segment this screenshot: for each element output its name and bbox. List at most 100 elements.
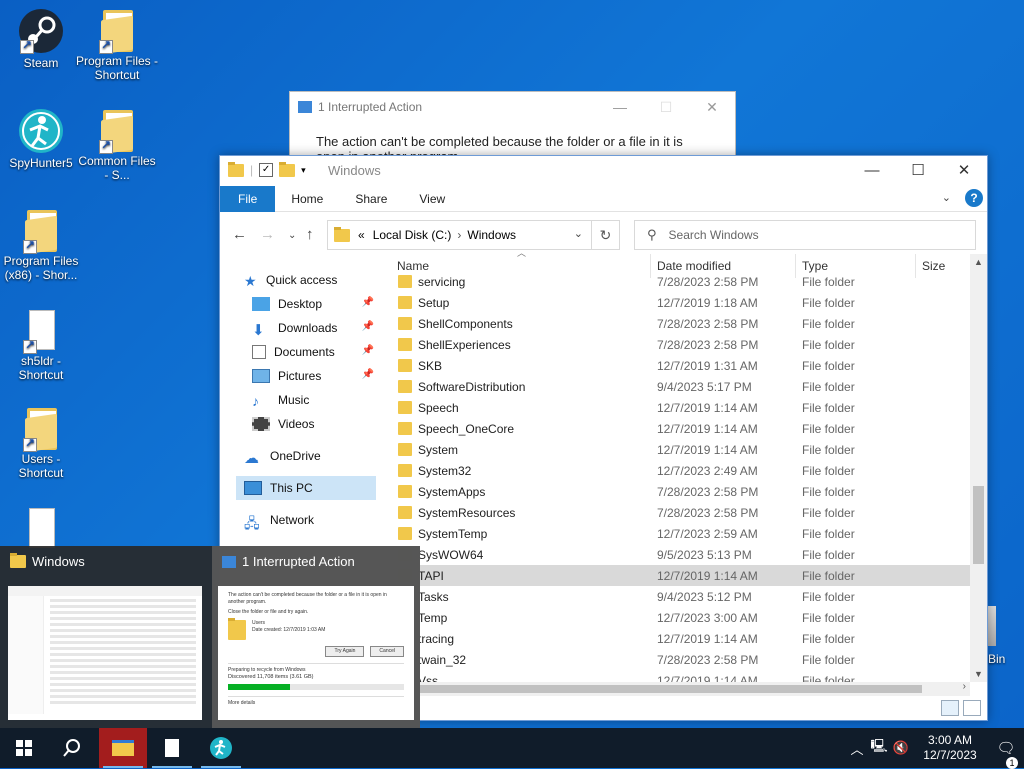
nav-downloads[interactable]: ⬇ Downloads 📌 (252, 316, 376, 340)
taskbar-file-explorer[interactable] (99, 728, 147, 768)
maximize-icon[interactable]: ☐ (895, 156, 941, 186)
large-icons-view-icon[interactable] (963, 700, 981, 716)
pin-icon[interactable]: 📌 (362, 369, 374, 380)
desktop-icon-program-files[interactable]: Program Files - Shortcut (76, 8, 158, 82)
desktop-icon-users[interactable]: Users - Shortcut (0, 406, 82, 480)
tab-share[interactable]: Share (339, 186, 403, 212)
search-input[interactable]: ⚲ Search Windows (634, 220, 976, 250)
close-icon[interactable]: ✕ (689, 92, 735, 122)
breadcrumb-overflow[interactable]: « (358, 228, 365, 242)
properties-icon[interactable]: ✓ (259, 163, 274, 177)
tab-home[interactable]: Home (275, 186, 339, 212)
breadcrumb-separator-icon[interactable]: › (457, 228, 461, 242)
nav-videos[interactable]: Videos (252, 412, 376, 436)
column-date-modified[interactable]: Date modified (657, 259, 731, 273)
folder-icon (398, 296, 412, 309)
scroll-up-icon[interactable]: ▲ (974, 257, 983, 267)
chevron-up-icon[interactable]: ︿ (846, 739, 868, 758)
breadcrumb-local-disk[interactable]: Local Disk (C:) (373, 228, 452, 242)
notification-center-button[interactable]: 🗨 1 (988, 739, 1024, 769)
desktop-icon-steam[interactable]: Steam (0, 8, 82, 70)
ribbon-tabs: File Home Share View ⌄ ? (220, 185, 987, 212)
desktop-icon-sh5ldr[interactable]: sh5ldr - Shortcut (0, 308, 82, 382)
nav-network[interactable]: 🖧 Network (244, 508, 376, 532)
table-row[interactable]: SystemResources 7/28/2023 2:58 PM File fol… (390, 502, 970, 523)
network-status-icon[interactable]: 🖳 (868, 737, 890, 759)
desktop-icon-spyhunter[interactable]: SpyHunter5 (0, 108, 82, 170)
nav-desktop[interactable]: Desktop 📌 (252, 292, 376, 316)
help-icon[interactable]: ? (965, 189, 983, 207)
table-row[interactable]: Speech_OneCore 12/7/2019 1:14 AM File fold… (390, 418, 970, 439)
thumbnail-interrupted-action[interactable]: 1 Interrupted Action The action can't be… (212, 546, 420, 728)
interrupted-action-dialog[interactable]: 1 Interrupted Action — ☐ ✕ The action ca… (289, 91, 736, 164)
table-row[interactable]: ShellExperiences 7/28/2023 2:58 PM File fo… (390, 334, 970, 355)
table-row[interactable]: SoftwareDistribution 9/4/2023 5:17 PM File… (390, 376, 970, 397)
minimize-icon[interactable]: — (597, 92, 643, 122)
steam-icon (18, 8, 64, 54)
refresh-icon[interactable]: ↻ (591, 221, 619, 249)
close-icon[interactable]: ✕ (941, 156, 987, 186)
nav-music[interactable]: ♪ Music (252, 388, 376, 412)
column-name[interactable]: Name (397, 259, 429, 273)
table-row[interactable]: servicing 7/28/2023 2:58 PM File folder (390, 274, 970, 292)
tab-file[interactable]: File (220, 185, 276, 212)
desktop-icon-label: Common Files - S... (78, 154, 156, 182)
vertical-scrollbar[interactable]: ▲ ▼ (970, 254, 987, 682)
scroll-right-icon[interactable]: › (963, 681, 966, 692)
pin-icon[interactable]: 📌 (362, 345, 374, 356)
nav-quick-access[interactable]: ★ Quick access (244, 268, 400, 292)
volume-muted-icon[interactable]: 🔇 (890, 740, 912, 756)
expand-ribbon-icon[interactable]: ⌄ (942, 191, 951, 204)
details-view-icon[interactable] (941, 700, 959, 716)
clock[interactable]: 3:00 AM 12/7/2023 (912, 733, 988, 763)
chevron-down-icon[interactable]: ▾ (301, 165, 306, 176)
system-tray: ︿ 🖳 🔇 3:00 AM 12/7/2023 🗨 1 (846, 728, 1024, 769)
nav-onedrive[interactable]: ☁ OneDrive (244, 444, 376, 468)
table-row[interactable]: twain_32 7/28/2023 2:58 PM File folder (390, 649, 970, 670)
nav-this-pc[interactable]: This PC (236, 476, 376, 500)
recent-locations-icon[interactable]: ⌄ (288, 230, 296, 241)
table-row[interactable]: Setup 12/7/2019 1:18 AM File folder (390, 292, 970, 313)
nav-documents[interactable]: Documents 📌 (252, 340, 376, 364)
horizontal-scrollbar[interactable]: › (390, 681, 970, 696)
table-row[interactable]: SKB 12/7/2019 1:31 AM File folder (390, 355, 970, 376)
pin-icon[interactable]: 📌 (362, 297, 374, 308)
pin-icon[interactable]: 📌 (362, 321, 374, 332)
column-size[interactable]: Size (922, 259, 945, 273)
tab-view[interactable]: View (403, 186, 461, 212)
scrollbar-thumb[interactable] (404, 685, 922, 693)
desktop-icon-program-files-x86[interactable]: Program Files (x86) - Shor... (0, 208, 82, 282)
address-bar[interactable]: « Local Disk (C:) › Windows ⌄ ↻ (327, 220, 620, 250)
table-row[interactable]: Tasks 9/4/2023 5:12 PM File folder (390, 586, 970, 607)
table-row[interactable]: tracing 12/7/2019 1:14 AM File folder (390, 628, 970, 649)
minimize-icon[interactable]: — (849, 156, 895, 186)
start-button[interactable] (0, 728, 48, 768)
column-type[interactable]: Type (802, 259, 828, 273)
new-folder-icon[interactable] (279, 161, 296, 177)
table-row-hovered[interactable]: TAPI 12/7/2019 1:14 AM File folder (390, 565, 970, 586)
forward-arrow-icon[interactable]: → (260, 226, 275, 243)
table-row[interactable]: SystemTemp 12/7/2023 2:59 AM File folder (390, 523, 970, 544)
table-row[interactable]: System32 12/7/2023 2:49 AM File folder (390, 460, 970, 481)
table-row[interactable]: SystemApps 7/28/2023 2:58 PM File folder (390, 481, 970, 502)
table-row[interactable]: ShellComponents 7/28/2023 2:58 PM File fol… (390, 313, 970, 334)
explorer-titlebar[interactable]: | ✓ ▾ Windows — ☐ ✕ (220, 156, 987, 186)
table-row[interactable]: SysWOW64 9/5/2023 5:13 PM File folder (390, 544, 970, 565)
taskbar-spyhunter[interactable] (197, 728, 245, 768)
thumbnail-explorer[interactable]: Windows (0, 546, 202, 728)
search-button[interactable] (48, 728, 96, 768)
back-arrow-icon[interactable]: ← (232, 226, 247, 243)
scroll-down-icon[interactable]: ▼ (974, 669, 983, 679)
desktop-icon-common-files[interactable]: Common Files - S... (76, 108, 158, 182)
nav-pictures[interactable]: Pictures 📌 (252, 364, 376, 388)
table-row[interactable]: System 12/7/2019 1:14 AM File folder (390, 439, 970, 460)
file-list[interactable]: servicing 7/28/2023 2:58 PM File folder Se… (390, 274, 970, 684)
taskbar-notepad[interactable] (148, 728, 196, 768)
table-row[interactable]: Temp 12/7/2023 3:00 AM File folder (390, 607, 970, 628)
scrollbar-thumb[interactable] (973, 486, 984, 564)
address-dropdown-icon[interactable]: ⌄ (574, 227, 583, 240)
dialog-titlebar[interactable]: 1 Interrupted Action — ☐ ✕ (290, 92, 735, 122)
breadcrumb-windows[interactable]: Windows (467, 228, 516, 242)
table-row[interactable]: Speech 12/7/2019 1:14 AM File folder (390, 397, 970, 418)
up-arrow-icon[interactable]: ↑ (306, 226, 314, 243)
